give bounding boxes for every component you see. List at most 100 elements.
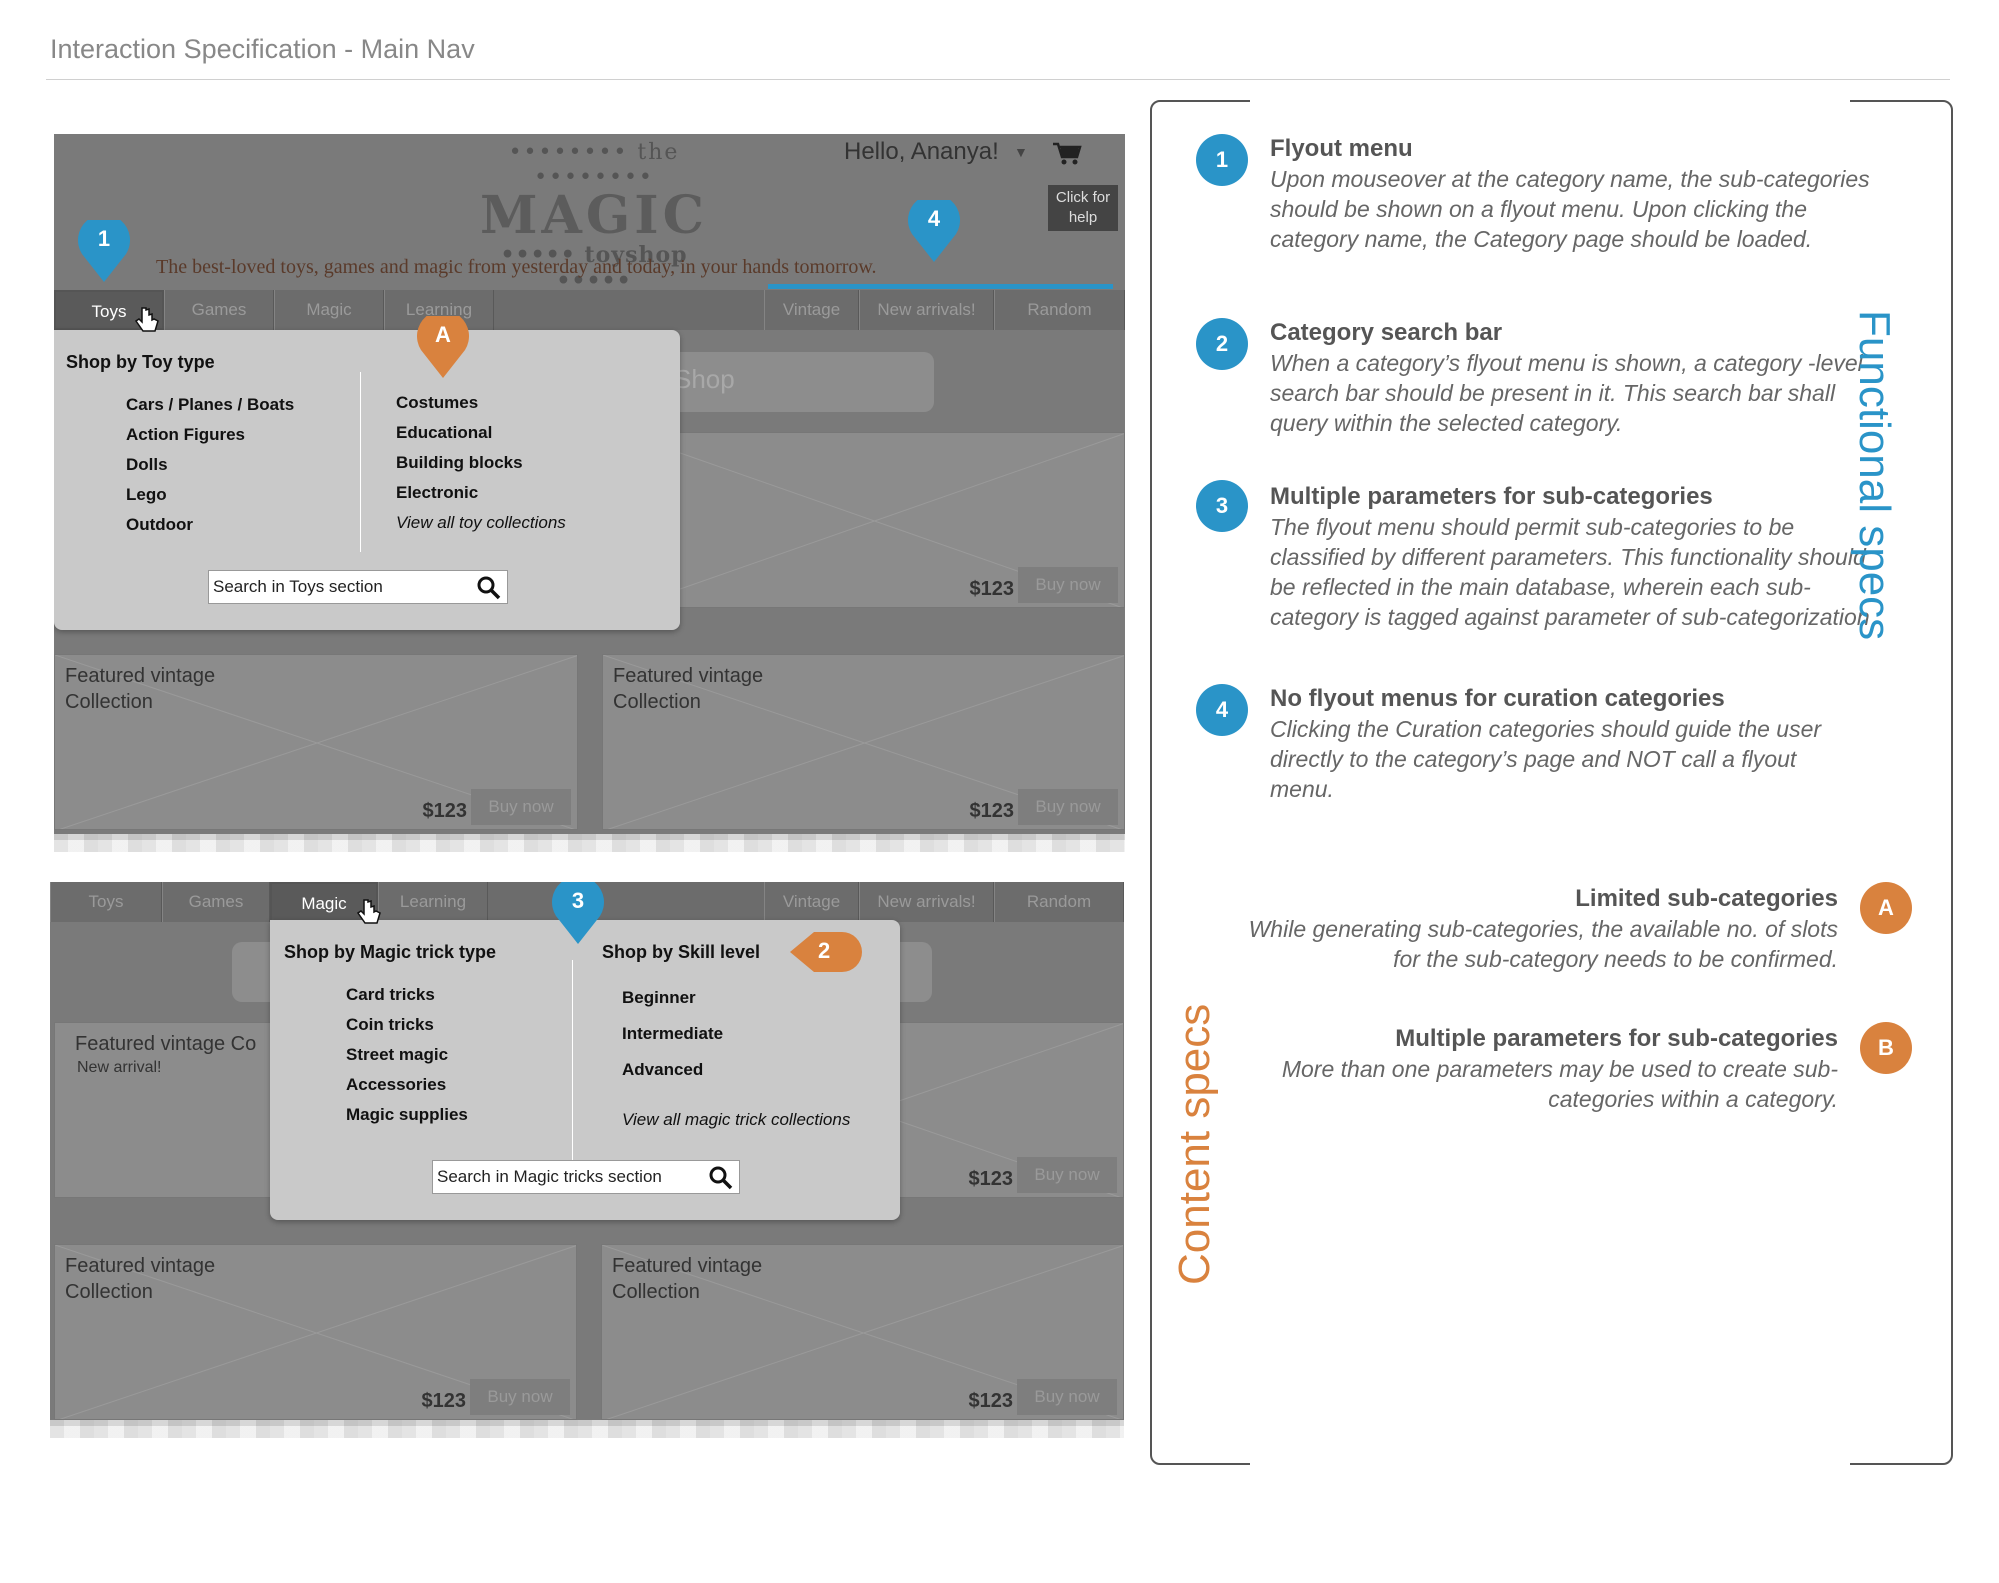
torn-edge <box>54 834 1125 852</box>
spec-number-badge: 1 <box>1196 134 1248 186</box>
flyout-item[interactable]: Accessories <box>346 1070 468 1100</box>
product-price: $123 <box>969 800 1015 822</box>
spec-description: The flyout menu should permit sub-catego… <box>1270 514 1870 630</box>
featured-title: Featured vintage Collection <box>612 1255 763 1303</box>
buy-now-button[interactable]: Buy now <box>1017 1379 1117 1415</box>
flyout-item[interactable]: Card tricks <box>346 980 468 1010</box>
functional-spec-1: Flyout menu Upon mouseover at the catego… <box>1270 134 1870 254</box>
search-icon[interactable] <box>709 1166 733 1190</box>
flyout-heading: Shop by Skill level <box>602 942 761 962</box>
buy-now-button[interactable]: Buy now <box>1018 567 1118 603</box>
pointer-hand-icon <box>356 899 381 924</box>
content-spec-b: Multiple parameters for sub-categories M… <box>1238 1024 1838 1114</box>
tab-vintage[interactable]: Vintage <box>764 882 859 922</box>
featured-card[interactable]: Featured vintage Collection $123 Buy now <box>54 1244 577 1420</box>
flyout-heading: Shop by Toy type <box>66 352 215 372</box>
featured-title: Featured vintage Collection <box>65 665 216 713</box>
content-specs-label: Content specs <box>1170 1003 1219 1285</box>
column-divider <box>572 960 573 1180</box>
flyout-item[interactable]: Intermediate <box>622 1016 723 1052</box>
marker-4: 4 <box>908 194 960 262</box>
tab-random[interactable]: Random <box>994 882 1124 922</box>
mockup-magic-flyout: Toys Games Magic Learning Vintage New ar… <box>50 882 1124 1426</box>
flyout-item[interactable]: Lego <box>126 480 294 510</box>
view-all-link[interactable]: View all toy collections <box>396 508 566 538</box>
spec-description: While generating sub-categories, the ava… <box>1248 916 1838 972</box>
logo-the: •••••••• the •••••••• <box>508 140 680 190</box>
marker-2: 2 <box>790 930 862 974</box>
flyout-item[interactable]: Educational <box>396 418 566 448</box>
product-card[interactable]: $123 Buy now <box>622 432 1125 608</box>
flyout-item[interactable]: Cars / Planes / Boats <box>126 390 294 420</box>
spec-letter-badge: B <box>1860 1022 1912 1074</box>
product-price: $123 <box>968 1168 1014 1190</box>
tab-games[interactable]: Games <box>164 290 274 330</box>
tab-learning[interactable]: Learning <box>378 882 488 922</box>
product-price: $123 <box>421 1390 467 1412</box>
flyout-item[interactable]: Dolls <box>126 450 294 480</box>
featured-card[interactable]: Featured vintage Collection $123 Buy now <box>602 654 1125 830</box>
tab-toys[interactable]: Toys <box>50 882 162 922</box>
toys-flyout-menu: Shop by Toy type Cars / Planes / Boats A… <box>54 330 680 630</box>
content-spec-a: Limited sub-categories While generating … <box>1238 884 1838 974</box>
tab-random[interactable]: Random <box>994 290 1125 330</box>
help-button[interactable]: Click for help <box>1048 185 1118 231</box>
marker-number: 1 <box>97 226 111 251</box>
functional-spec-2: Category search bar When a category’s fl… <box>1270 318 1870 438</box>
marker-number: 3 <box>571 888 585 913</box>
torn-edge <box>50 1420 1124 1438</box>
tab-games[interactable]: Games <box>162 882 270 922</box>
flyout-item[interactable]: Coin tricks <box>346 1010 468 1040</box>
flyout-item[interactable]: Costumes <box>396 388 566 418</box>
buy-now-button[interactable]: Buy now <box>471 789 571 825</box>
functional-spec-4: No flyout menus for curation categories … <box>1270 684 1870 804</box>
flyout-item[interactable]: Outdoor <box>126 510 294 540</box>
pointer-hand-icon <box>134 307 159 332</box>
flyout-item[interactable]: Street magic <box>346 1040 468 1070</box>
featured-card[interactable]: Featured vintage Collection $123 Buy now <box>601 1244 1124 1420</box>
buy-now-button[interactable]: Buy now <box>470 1379 570 1415</box>
buy-now-button[interactable]: Buy now <box>1017 1157 1117 1193</box>
magic-type-list: Card tricks Coin tricks Street magic Acc… <box>346 980 468 1130</box>
category-search-input[interactable]: Search in Magic tricks section <box>432 1160 740 1194</box>
curation-highlight-line <box>768 284 1113 289</box>
chevron-down-icon[interactable]: ▼ <box>1014 144 1028 160</box>
title-divider <box>46 79 1950 80</box>
marker-number: 4 <box>927 206 941 231</box>
mockup-toys-flyout: •••••••• the •••••••• MAGIC ••••• toysho… <box>54 134 1125 840</box>
skill-level-list: Beginner Intermediate Advanced <box>622 980 723 1088</box>
flyout-item[interactable]: Electronic <box>396 478 566 508</box>
spec-description: More than one parameters may be used to … <box>1281 1056 1838 1112</box>
magic-flyout-menu: Shop by Magic trick type Card tricks Coi… <box>270 920 900 1220</box>
tab-new-arrivals[interactable]: New arrivals! <box>859 290 994 330</box>
spec-title: Multiple parameters for sub-categories <box>1270 483 1713 510</box>
flyout-item[interactable]: Building blocks <box>396 448 566 478</box>
cart-icon[interactable] <box>1052 142 1082 166</box>
buy-now-button[interactable]: Buy now <box>1018 789 1118 825</box>
page-title: Interaction Specification - Main Nav <box>50 34 475 64</box>
spec-description: Upon mouseover at the category name, the… <box>1270 166 1870 252</box>
spec-description: Clicking the Curation categories should … <box>1270 716 1822 802</box>
flyout-heading: Shop by Magic trick type <box>284 942 497 962</box>
site-tagline: The best-loved toys, games and magic fro… <box>156 256 877 278</box>
search-icon[interactable] <box>477 576 501 600</box>
user-greeting[interactable]: Hello, Ananya! <box>844 138 999 166</box>
category-search-input[interactable]: Search in Toys section <box>208 570 508 604</box>
panel-gap <box>1250 92 1850 108</box>
flyout-item[interactable]: Beginner <box>622 980 723 1016</box>
view-all-link[interactable]: View all magic trick collections <box>622 1110 850 1130</box>
site-search-input[interactable]: Shop <box>654 352 934 412</box>
functional-specs-label: Functional specs <box>1850 310 1899 641</box>
tab-vintage[interactable]: Vintage <box>764 290 859 330</box>
spec-number-badge: 2 <box>1196 318 1248 370</box>
featured-card[interactable]: Featured vintage Co New arrival! <box>54 1022 304 1198</box>
new-arrival-label: New arrival! <box>77 1059 162 1076</box>
tab-magic[interactable]: Magic <box>274 290 384 330</box>
flyout-item[interactable]: Advanced <box>622 1052 723 1088</box>
flyout-item[interactable]: Action Figures <box>126 420 294 450</box>
flyout-item[interactable]: Magic supplies <box>346 1100 468 1130</box>
spec-title: Multiple parameters for sub-categories <box>1395 1025 1838 1052</box>
featured-card[interactable]: Featured vintage Collection $123 Buy now <box>54 654 578 830</box>
tab-new-arrivals[interactable]: New arrivals! <box>859 882 994 922</box>
product-price: $123 <box>422 800 468 822</box>
